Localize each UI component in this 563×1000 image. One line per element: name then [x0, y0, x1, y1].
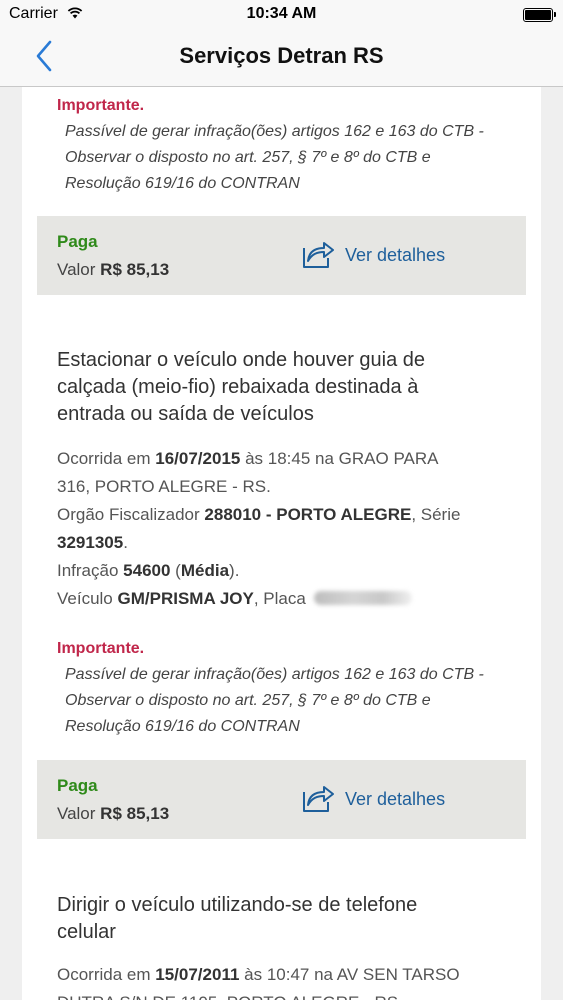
occurrence-line: Ocorrida em 15/07/2011 às 10:47 na AV SE…: [57, 961, 507, 989]
infraction-details: Ocorrida em 15/07/2011 às 10:47 na AV SE…: [57, 961, 507, 1000]
occurrence-time: às 18:45 na GRAO PARA: [245, 449, 439, 468]
occurred-prefix: Ocorrida em: [57, 449, 151, 468]
blurred-plate: [313, 591, 412, 605]
value-amount: R$ 85,13: [100, 804, 170, 823]
serie-line: 3291305.: [57, 533, 128, 552]
value-amount: R$ 85,13: [100, 260, 170, 279]
details-label: Ver detalhes: [345, 789, 446, 809]
orgao-value: 288010 - PORTO ALEGRE: [204, 505, 412, 524]
details-label: Ver detalhes: [345, 245, 446, 265]
orgao-line: Orgão Fiscalizador 288010 - PORTO ALEGRE…: [57, 501, 507, 529]
status-bar: Carrier 10:34 AM: [0, 0, 563, 30]
payment-status: Paga: [57, 232, 98, 251]
battery-icon: [523, 8, 556, 22]
important-notice: Passível de gerar infração(ões) artigos …: [65, 662, 525, 740]
payment-status-bar: Paga Valor R$ 85,13 Ver detalhes: [37, 216, 526, 295]
navigation-bar: Serviços Detran RS: [0, 30, 563, 87]
infraction-details: Ocorrida em 16/07/2015 às 18:45 na GRAO …: [57, 445, 507, 613]
payment-status: Paga: [57, 776, 98, 795]
clock: 10:34 AM: [246, 5, 317, 22]
occurrence-line: Ocorrida em 16/07/2015 às 18:45 na GRAO …: [57, 445, 507, 473]
title-line: celular: [57, 921, 116, 943]
infracao-code: 54600: [123, 561, 171, 580]
page-title: Serviços Detran RS: [179, 43, 384, 68]
notice-line: Observar o disposto no art. 257, § 7º e …: [65, 149, 431, 166]
notice-line: Passível de gerar infração(ões) artigos …: [65, 666, 484, 683]
plate-prefix: , Placa: [253, 589, 306, 608]
important-notice: Passível de gerar infração(ões) artigos …: [65, 119, 525, 197]
important-label: Importante.: [57, 640, 145, 657]
occurrence-date: 15/07/2011: [155, 965, 240, 984]
title-line: entrada ou saída de veículos: [57, 403, 314, 425]
share-arrow-icon: [303, 242, 334, 268]
notice-line: Observar o disposto no art. 257, § 7º e …: [65, 692, 431, 709]
orgao-prefix: Orgão Fiscalizador: [57, 505, 200, 524]
value-prefix: Valor: [57, 260, 96, 279]
important-label: Importante.: [57, 97, 145, 114]
infraction-title: Estacionar o veículo onde houver guia de…: [57, 347, 497, 428]
payment-status-bar: Paga Valor R$ 85,13 Ver detalhes: [37, 760, 526, 839]
vehicle-line: Veículo GM/PRISMA JOY, Placa: [57, 585, 507, 613]
payment-value: Valor R$ 85,13: [57, 804, 169, 824]
infracao-prefix: Infração: [57, 561, 119, 580]
occurrence-time: às 10:47 na AV SEN TARSO: [244, 965, 460, 984]
notice-line: Resolução 619/16 do CONTRAN: [65, 718, 300, 735]
address-line: 316, PORTO ALEGRE - RS.: [57, 477, 271, 496]
title-line: calçada (meio-fio) rebaixada destinada à: [57, 376, 419, 398]
infracao-line: Infração 54600 (Média).: [57, 561, 240, 580]
address-line: DUTRA S/N DE 1105, PORTO ALEGRE - RS.: [57, 989, 507, 1000]
serie-value: 3291305: [57, 533, 124, 552]
vehicle-model: GM/PRISMA JOY: [117, 589, 254, 608]
serie-prefix: , Série: [411, 505, 461, 524]
notice-line: Resolução 619/16 do CONTRAN: [65, 175, 300, 192]
share-arrow-icon: [303, 786, 334, 812]
infraction-title: Dirigir o veículo utilizando-se de telef…: [57, 892, 497, 946]
occurred-prefix: Ocorrida em: [57, 965, 151, 984]
value-prefix: Valor: [57, 804, 96, 823]
payment-value: Valor R$ 85,13: [57, 260, 169, 280]
title-line: Estacionar o veículo onde houver guia de: [57, 349, 426, 371]
notice-line: Passível de gerar infração(ões) artigos …: [65, 123, 484, 140]
infractions-list[interactable]: Importante. Passível de gerar infração(õ…: [22, 87, 541, 1000]
vehicle-prefix: Veículo: [57, 589, 113, 608]
title-line: Dirigir o veículo utilizando-se de telef…: [57, 894, 418, 916]
gravidade: Média: [180, 561, 230, 580]
occurrence-date: 16/07/2015: [155, 449, 241, 468]
